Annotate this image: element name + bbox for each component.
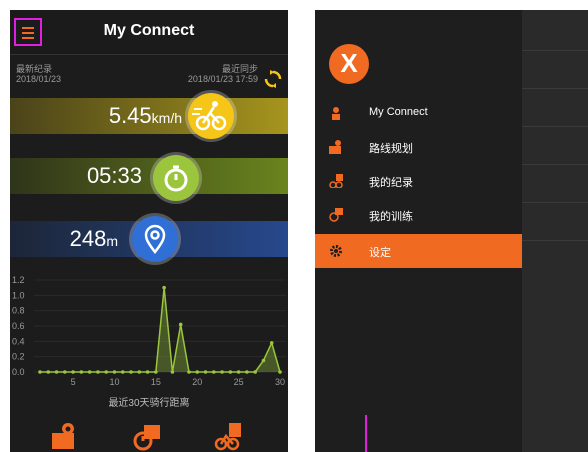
sync-icon[interactable] bbox=[264, 70, 282, 88]
route-map-icon bbox=[329, 140, 341, 154]
distance-unit: m bbox=[106, 233, 118, 249]
menu-item-label: 路线规划 bbox=[369, 143, 413, 155]
chart-caption: 最近30天骑行距离 bbox=[108, 398, 190, 409]
data-point bbox=[46, 370, 51, 374]
data-point bbox=[203, 370, 208, 374]
navigation-drawer: X My Connect 路线规划 我的纪录 我的训练 设定 bbox=[315, 10, 522, 452]
y-tick-label: 1.2 bbox=[12, 275, 25, 285]
menu-item-label: 我的纪录 bbox=[369, 177, 413, 189]
training-calendar-icon[interactable] bbox=[132, 421, 162, 451]
x-tick-label: 5 bbox=[71, 377, 76, 387]
menu-item-settings[interactable]: 设定 bbox=[315, 234, 522, 268]
data-point bbox=[71, 370, 75, 374]
data-point bbox=[278, 370, 282, 374]
distance-chart: 0.0 0.2 0.4 0.6 0.8 1.0 1.2 5 10 15 20 25 30 bbox=[12, 275, 286, 387]
stopwatch-icon bbox=[153, 155, 199, 201]
logo-letter: X bbox=[340, 48, 358, 78]
last-record-date: 2018/01/23 bbox=[16, 74, 62, 84]
y-tick-label: 0.6 bbox=[12, 321, 25, 331]
duration-value: 05:33 bbox=[86, 163, 142, 188]
route-map-icon[interactable] bbox=[50, 421, 80, 451]
x-tick-label: 15 bbox=[151, 377, 161, 387]
navigation-drawer-screen: X My Connect 路线规划 我的纪录 我的训练 设定 bbox=[315, 10, 588, 452]
y-tick-label: 0.0 bbox=[12, 367, 25, 377]
page-title: My Connect bbox=[103, 22, 195, 39]
menu-item-my-training[interactable]: 我的训练 bbox=[315, 198, 522, 232]
cyclist-records-icon[interactable] bbox=[213, 421, 243, 451]
y-tick-label: 0.4 bbox=[12, 336, 25, 346]
last-sync-date: 2018/01/23 17:59 bbox=[187, 74, 258, 84]
bottom-nav bbox=[10, 415, 288, 452]
duration-metric: 05:33 bbox=[10, 163, 142, 189]
y-tick-label: 1.0 bbox=[12, 290, 25, 300]
data-point bbox=[63, 370, 67, 374]
menu-item-my-connect[interactable]: My Connect bbox=[315, 96, 522, 130]
data-point bbox=[38, 370, 42, 374]
y-tick-label: 0.8 bbox=[12, 306, 25, 316]
speed-metric: 5.45km/h bbox=[32, 103, 182, 129]
data-point bbox=[112, 370, 117, 374]
data-point bbox=[220, 370, 224, 374]
menu-item-my-records[interactable]: 我的纪录 bbox=[315, 164, 522, 198]
data-point bbox=[54, 370, 59, 374]
menu-item-label: My Connect bbox=[369, 106, 428, 118]
data-point bbox=[79, 370, 84, 374]
data-point bbox=[104, 370, 109, 374]
distance-metric: 248m bbox=[10, 226, 118, 252]
data-point bbox=[245, 370, 249, 374]
speed-value: 5.45 bbox=[108, 103, 152, 128]
data-point bbox=[187, 370, 191, 374]
data-point bbox=[236, 370, 241, 374]
data-point bbox=[211, 370, 216, 374]
y-tick-label: 0.2 bbox=[12, 352, 25, 362]
data-point bbox=[129, 370, 133, 374]
gear-icon bbox=[330, 245, 342, 257]
data-point bbox=[269, 341, 274, 345]
cycling-speed-icon bbox=[188, 93, 234, 139]
data-point bbox=[178, 322, 183, 327]
location-pin-icon bbox=[132, 216, 178, 262]
data-point bbox=[145, 370, 150, 374]
data-point bbox=[154, 370, 158, 374]
menu-item-label: 我的训练 bbox=[369, 211, 413, 223]
menu-item-label: 设定 bbox=[369, 247, 391, 259]
distance-value: 248 bbox=[69, 226, 107, 251]
data-point bbox=[137, 370, 142, 374]
menu-item-route-planning[interactable]: 路线规划 bbox=[315, 130, 522, 164]
data-point bbox=[87, 370, 92, 374]
data-point bbox=[120, 370, 125, 374]
dimmed-content[interactable] bbox=[522, 10, 588, 452]
data-point bbox=[261, 358, 266, 363]
data-point bbox=[253, 370, 257, 374]
my-connect-screen: My Connect 最新纪录 2018/01/23 最近同步 2018/01/… bbox=[10, 10, 288, 452]
data-point bbox=[170, 370, 175, 374]
text-cursor-marker bbox=[365, 415, 367, 452]
training-icon bbox=[329, 208, 343, 222]
cyclist-records-icon bbox=[329, 174, 343, 188]
data-point bbox=[96, 370, 100, 374]
data-point bbox=[195, 370, 200, 374]
x-tick-label: 20 bbox=[192, 377, 202, 387]
data-point bbox=[228, 370, 233, 374]
x-tick-label: 30 bbox=[275, 377, 285, 387]
x-tick-label: 25 bbox=[234, 377, 244, 387]
app-logo: X bbox=[329, 44, 369, 84]
app-bar: My Connect bbox=[10, 10, 288, 55]
data-point bbox=[162, 285, 166, 290]
x-tick-label: 10 bbox=[109, 377, 119, 387]
speed-unit: km/h bbox=[151, 110, 182, 126]
person-icon bbox=[332, 107, 340, 120]
